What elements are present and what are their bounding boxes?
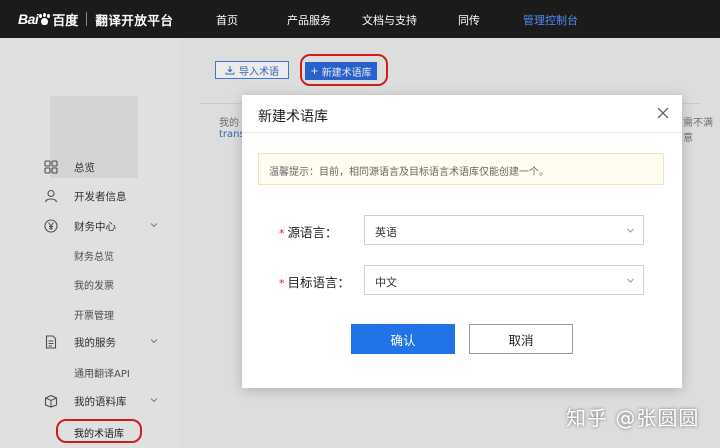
nav-products[interactable]: 产品服务 bbox=[287, 12, 331, 28]
dialog-title: 新建术语库 bbox=[258, 109, 328, 125]
top-nav-bar: Bai 百度 翻译开放平台 首页 产品服务 文档与支持 同传 管理控制台 bbox=[0, 0, 720, 38]
source-language-label-text: 源语言： bbox=[287, 225, 338, 240]
target-language-select[interactable]: 中文 bbox=[364, 265, 644, 295]
nav-simultaneous[interactable]: 同传 bbox=[458, 12, 480, 28]
source-language-value: 英语 bbox=[375, 226, 397, 239]
nav-console[interactable]: 管理控制台 bbox=[523, 12, 578, 28]
logo-text-cn: 百度 bbox=[52, 13, 79, 29]
logo-text: Bai bbox=[18, 11, 39, 27]
watermark: 知乎 @张圆圆 bbox=[566, 406, 700, 430]
required-mark: * bbox=[279, 277, 285, 290]
paw-icon bbox=[39, 13, 51, 25]
nav-home[interactable]: 首页 bbox=[216, 12, 238, 28]
dialog-header: 新建术语库 bbox=[242, 95, 682, 133]
nav-docs[interactable]: 文档与支持 bbox=[362, 12, 417, 28]
required-mark: * bbox=[279, 227, 285, 240]
target-language-label-text: 目标语言： bbox=[287, 275, 351, 290]
target-language-label: * 目标语言： bbox=[279, 272, 350, 291]
source-language-select[interactable]: 英语 bbox=[364, 215, 644, 245]
logo-divider bbox=[86, 12, 88, 26]
chevron-down-icon bbox=[627, 228, 634, 233]
target-language-value: 中文 bbox=[375, 276, 397, 289]
source-language-label: * 源语言： bbox=[279, 222, 338, 241]
warning-tip: 温馨提示：目前，相同源语言及目标语言术语库仅能创建一个。 bbox=[258, 153, 664, 185]
platform-name: 翻译开放平台 bbox=[95, 12, 174, 28]
confirm-button[interactable]: 确认 bbox=[351, 324, 455, 354]
new-termbase-dialog: 新建术语库 温馨提示：目前，相同源语言及目标语言术语库仅能创建一个。 * 源语言：… bbox=[242, 95, 682, 388]
chevron-down-icon bbox=[627, 278, 634, 283]
cancel-button[interactable]: 取消 bbox=[469, 324, 573, 354]
baidu-logo[interactable]: Bai 百度 翻译开放平台 bbox=[18, 10, 174, 29]
close-icon[interactable] bbox=[656, 106, 670, 120]
